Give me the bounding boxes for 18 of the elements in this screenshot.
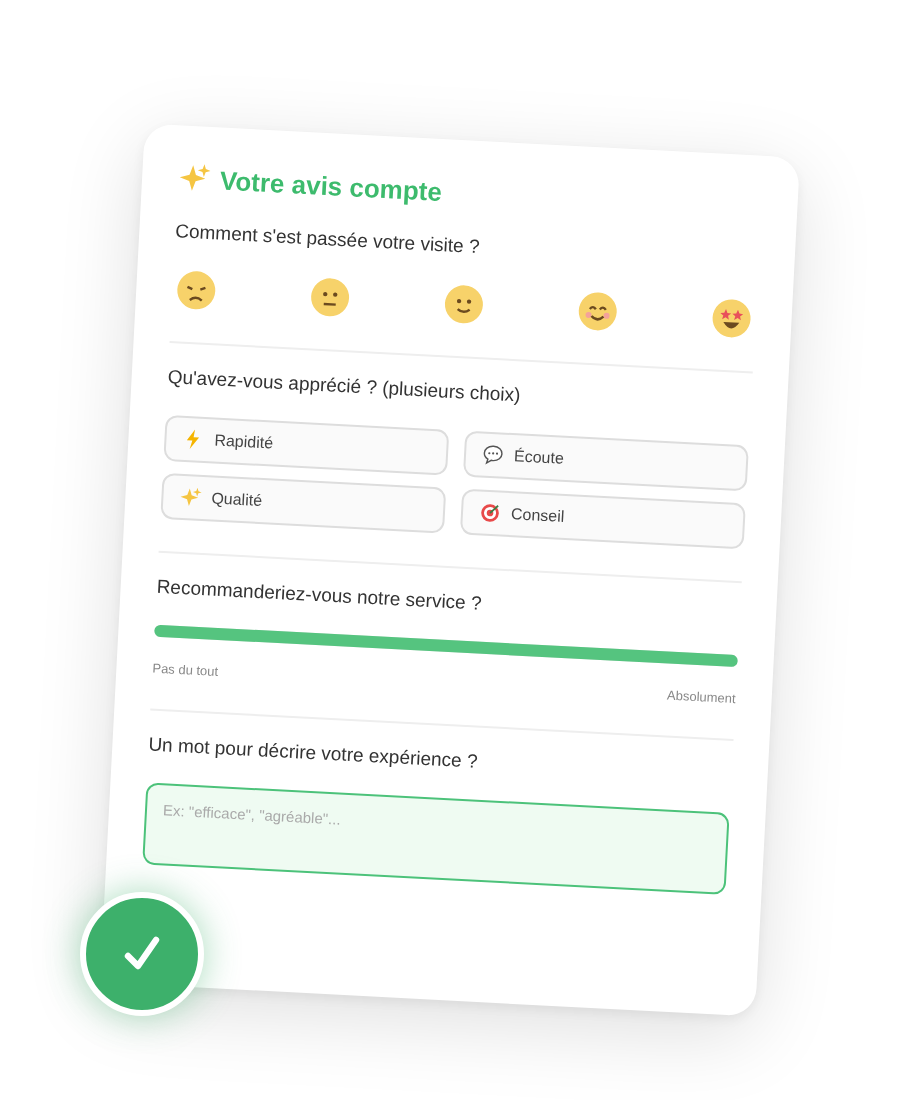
sparkle-icon [177,161,211,195]
target-icon [478,501,502,525]
question-text: Recommanderiez-vous notre service ? [156,576,483,616]
speech-icon [481,443,505,467]
question-text: Comment s'est passée votre visite ? [174,221,481,260]
starstruck-face-icon[interactable] [710,297,753,340]
choice-button[interactable]: Rapidité [163,414,450,476]
question-text: Qu'avez-vous apprécié ? (plusieurs choix) [167,367,521,408]
choice-button[interactable]: Écoute [462,430,749,492]
choice-button[interactable]: Qualité [160,472,447,534]
happy-face-icon[interactable] [576,290,619,333]
choice-button[interactable]: Conseil [459,488,746,550]
question-text: Un mot pour décrire votre expérience ? [147,734,479,774]
card-title: Votre avis compte [219,164,443,207]
smile-face-icon[interactable] [442,283,485,326]
sparkle-icon [178,485,202,509]
sad-face-icon[interactable] [175,269,218,312]
neutral-face-icon[interactable] [309,276,352,319]
